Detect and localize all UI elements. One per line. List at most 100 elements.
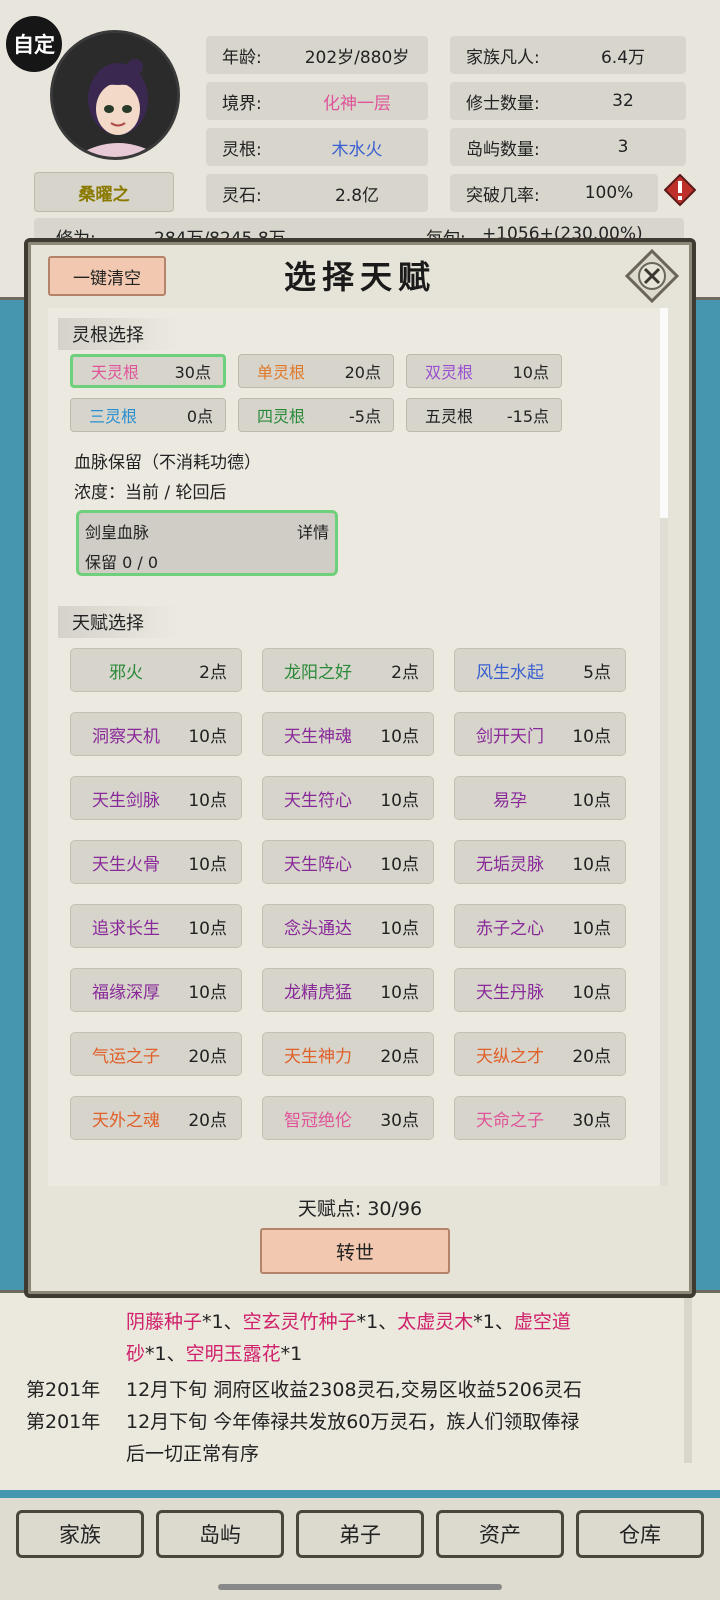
spirit-root-chip[interactable]: 天灵根 30点 xyxy=(70,354,226,388)
stat-mortals: 家族凡人: 6.4万 xyxy=(450,36,686,74)
talent-name: 天生阵心 xyxy=(284,854,352,875)
reborn-button[interactable]: 转世 xyxy=(260,1228,450,1274)
talent-chip[interactable]: 念头通达 10点 xyxy=(262,904,434,948)
stat-label: 突破几率: xyxy=(466,185,540,206)
talent-points: 10点 xyxy=(380,790,419,811)
log-line-items-2: 砂*1、空明玉露花*1 xyxy=(126,1339,302,1366)
talent-points-label: 天赋点: xyxy=(297,1198,362,1220)
talent-points: 2点 xyxy=(391,662,419,683)
talent-name: 易孕 xyxy=(493,790,527,811)
talent-name: 念头通达 xyxy=(284,918,352,939)
talent-chip[interactable]: 易孕 10点 xyxy=(454,776,626,820)
stat-value: 2.8亿 xyxy=(334,185,380,206)
chip-points: -15点 xyxy=(506,407,549,426)
spirit-root-chip[interactable]: 五灵根 -15点 xyxy=(406,398,562,432)
talent-chip[interactable]: 气运之子 20点 xyxy=(70,1032,242,1076)
talent-chip[interactable]: 追求长生 10点 xyxy=(70,904,242,948)
talent-header: 天赋选择 xyxy=(58,606,178,638)
avatar[interactable] xyxy=(50,30,180,160)
scrollbar-thumb[interactable] xyxy=(660,308,668,518)
chip-name: 单灵根 xyxy=(257,363,306,382)
chip-name: 三灵根 xyxy=(89,407,138,426)
bloodline-detail-link[interactable]: 详情 xyxy=(297,519,329,543)
stat-age: 年龄: 202岁/880岁 xyxy=(206,36,428,74)
bloodline-name: 剑皇血脉 xyxy=(85,523,150,542)
talent-chip[interactable]: 天外之魂 20点 xyxy=(70,1096,242,1140)
talent-chip[interactable]: 龙精虎猛 10点 xyxy=(262,968,434,1012)
stat-value: 6.4万 xyxy=(600,47,646,68)
event-log[interactable]: 阴藤种子*1、空玄灵竹种子*1、太虚灵木*1、虚空道 砂*1、空明玉露花*1 第… xyxy=(0,1290,720,1490)
talent-chip[interactable]: 天纵之才 20点 xyxy=(454,1032,626,1076)
talent-chip[interactable]: 赤子之心 10点 xyxy=(454,904,626,948)
talent-name: 天生剑脉 xyxy=(92,790,160,811)
close-x-icon[interactable] xyxy=(624,248,680,304)
stat-value: 3 xyxy=(617,137,629,157)
nav-family-button[interactable]: 家族 xyxy=(16,1510,144,1558)
talent-name: 天纵之才 xyxy=(476,1046,544,1067)
log-item: 阴藤种子 xyxy=(126,1311,203,1333)
bloodline-card[interactable]: 剑皇血脉 详情 保留 0 / 0 xyxy=(76,510,338,576)
log-sep: *1、 xyxy=(202,1311,243,1333)
talent-chip[interactable]: 无垢灵脉 10点 xyxy=(454,840,626,884)
talent-chip[interactable]: 风生水起 5点 xyxy=(454,648,626,692)
talent-chip[interactable]: 天生火骨 10点 xyxy=(70,840,242,884)
talent-chip[interactable]: 洞察天机 10点 xyxy=(70,712,242,756)
chip-points: 0点 xyxy=(186,407,213,426)
talent-name: 天命之子 xyxy=(476,1110,544,1131)
spirit-root-header: 灵根选择 xyxy=(58,318,178,350)
talent-name: 气运之子 xyxy=(92,1046,160,1067)
nav-assets-button[interactable]: 资产 xyxy=(436,1510,564,1558)
stat-label: 修士数量: xyxy=(466,93,540,114)
stat-spirit-stones: 灵石: 2.8亿 xyxy=(206,174,428,212)
stat-realm: 境界: 化神一层 xyxy=(206,82,428,120)
stat-value: 化神一层 xyxy=(323,93,391,114)
talent-chip[interactable]: 智冠绝伦 30点 xyxy=(262,1096,434,1140)
talent-points: 10点 xyxy=(380,918,419,939)
log-item: 虚空道 xyxy=(513,1311,571,1333)
talent-points-display: 天赋点: 30/96 xyxy=(28,1194,692,1221)
chip-name: 天灵根 xyxy=(91,363,140,382)
talent-chip[interactable]: 邪火 2点 xyxy=(70,648,242,692)
nav-disciples-button[interactable]: 弟子 xyxy=(296,1510,424,1558)
nav-islands-button[interactable]: 岛屿 xyxy=(156,1510,284,1558)
talent-chip[interactable]: 天生神魂 10点 xyxy=(262,712,434,756)
stat-cultivators: 修士数量: 32 xyxy=(450,82,686,120)
talent-chip[interactable]: 天生丹脉 10点 xyxy=(454,968,626,1012)
spirit-root-chip[interactable]: 三灵根 0点 xyxy=(70,398,226,432)
spirit-root-chip[interactable]: 四灵根 -5点 xyxy=(238,398,394,432)
talent-chip[interactable]: 天生符心 10点 xyxy=(262,776,434,820)
talent-chip[interactable]: 天生神力 20点 xyxy=(262,1032,434,1076)
nav-warehouse-button[interactable]: 仓库 xyxy=(576,1510,704,1558)
chip-name: 四灵根 xyxy=(257,407,306,426)
talent-chip[interactable]: 福缘深厚 10点 xyxy=(70,968,242,1012)
log-year: 第201年 xyxy=(26,1379,101,1401)
log-scrollbar[interactable] xyxy=(684,1293,692,1463)
spirit-root-chip[interactable]: 双灵根 10点 xyxy=(406,354,562,388)
custom-badge[interactable]: 自定 xyxy=(6,16,62,72)
home-indicator[interactable] xyxy=(218,1584,502,1590)
bloodline-note: 血脉保留（不消耗功德） xyxy=(74,453,261,473)
talent-name: 龙阳之好 xyxy=(284,662,352,683)
talent-chip[interactable]: 龙阳之好 2点 xyxy=(262,648,434,692)
character-name: 桑曜之 xyxy=(34,172,174,212)
log-sep: *1、 xyxy=(145,1343,186,1365)
log-text: 12月下旬 今年俸禄共发放60万灵石，族人们领取俸禄 xyxy=(126,1411,580,1433)
talent-scroll-area[interactable]: 灵根选择 天灵根 30点 单灵根 20点 双灵根 10点 三灵根 0点 四灵根 … xyxy=(48,308,668,1186)
talent-name: 天外之魂 xyxy=(92,1110,160,1131)
talent-points: 10点 xyxy=(572,790,611,811)
spirit-root-chip[interactable]: 单灵根 20点 xyxy=(238,354,394,388)
talent-points: 10点 xyxy=(572,918,611,939)
stat-label: 年龄: xyxy=(222,47,262,68)
warning-diamond-icon[interactable] xyxy=(663,173,697,207)
talent-name: 龙精虎猛 xyxy=(284,982,352,1003)
talent-chip[interactable]: 天生剑脉 10点 xyxy=(70,776,242,820)
talent-chip[interactable]: 剑开天门 10点 xyxy=(454,712,626,756)
log-item: 砂 xyxy=(126,1343,146,1365)
talent-chip[interactable]: 天命之子 30点 xyxy=(454,1096,626,1140)
chip-name: 五灵根 xyxy=(425,407,474,426)
stat-value: 木水火 xyxy=(331,139,383,160)
talent-chip[interactable]: 天生阵心 10点 xyxy=(262,840,434,884)
talent-name: 天生丹脉 xyxy=(476,982,544,1003)
stat-label: 家族凡人: xyxy=(466,47,540,68)
stat-label: 灵根: xyxy=(222,139,262,160)
